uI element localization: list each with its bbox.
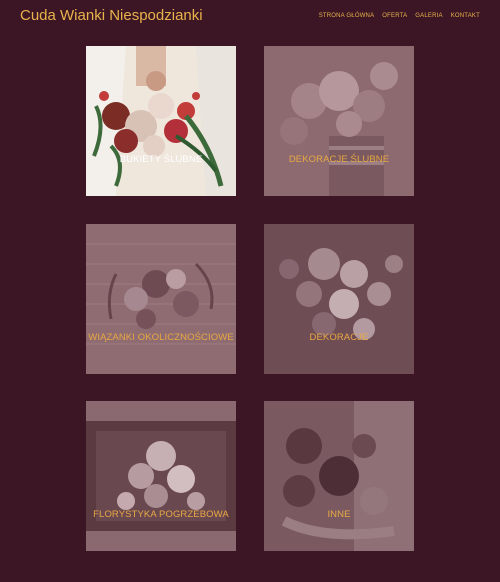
tile-label: DEKORACJE ŚLUBNE <box>288 154 390 165</box>
nav-home[interactable]: STRONA GŁÓWNA <box>319 13 375 19</box>
tile-funeral-floristry[interactable]: FLORYSTYKA POGRZEBOWA <box>86 401 236 551</box>
nav-gallery[interactable]: GALERIA <box>415 13 442 19</box>
tile-label: FLORYSTYKA POGRZEBOWA <box>93 509 229 520</box>
site-header: Cuda Wianki Niespodzianki STRONA GŁÓWNA … <box>0 0 500 40</box>
site-logo-link[interactable]: Cuda Wianki Niespodzianki <box>20 7 203 24</box>
wedding-decoration-photo <box>264 46 414 196</box>
nav-contact[interactable]: KONTAKT <box>451 13 480 19</box>
other-photo <box>264 401 414 551</box>
tile-wedding-bouquets[interactable]: BUKIETY ŚLUBNE <box>86 46 236 196</box>
tile-label: BUKIETY ŚLUBNE <box>119 154 203 165</box>
main-nav: STRONA GŁÓWNA OFERTA GALERIA KONTAKT <box>319 13 480 19</box>
funeral-floristry-photo <box>86 401 236 551</box>
tile-occasional-bouquets[interactable]: WIĄZANKI OKOLICZNOŚCIOWE <box>86 224 236 374</box>
decorations-photo <box>264 224 414 374</box>
tile-decorations[interactable]: DEKORACJE <box>264 224 414 374</box>
nav-offer[interactable]: OFERTA <box>382 13 407 19</box>
occasional-bouquet-photo <box>86 224 236 374</box>
tile-label: WIĄZANKI OKOLICZNOŚCIOWE <box>88 332 234 343</box>
wedding-bouquet-photo <box>86 46 236 196</box>
tile-label: INNE <box>327 509 351 520</box>
tile-wedding-decorations[interactable]: DEKORACJE ŚLUBNE <box>264 46 414 196</box>
tile-other[interactable]: INNE <box>264 401 414 551</box>
tile-label: DEKORACJE <box>309 332 369 343</box>
